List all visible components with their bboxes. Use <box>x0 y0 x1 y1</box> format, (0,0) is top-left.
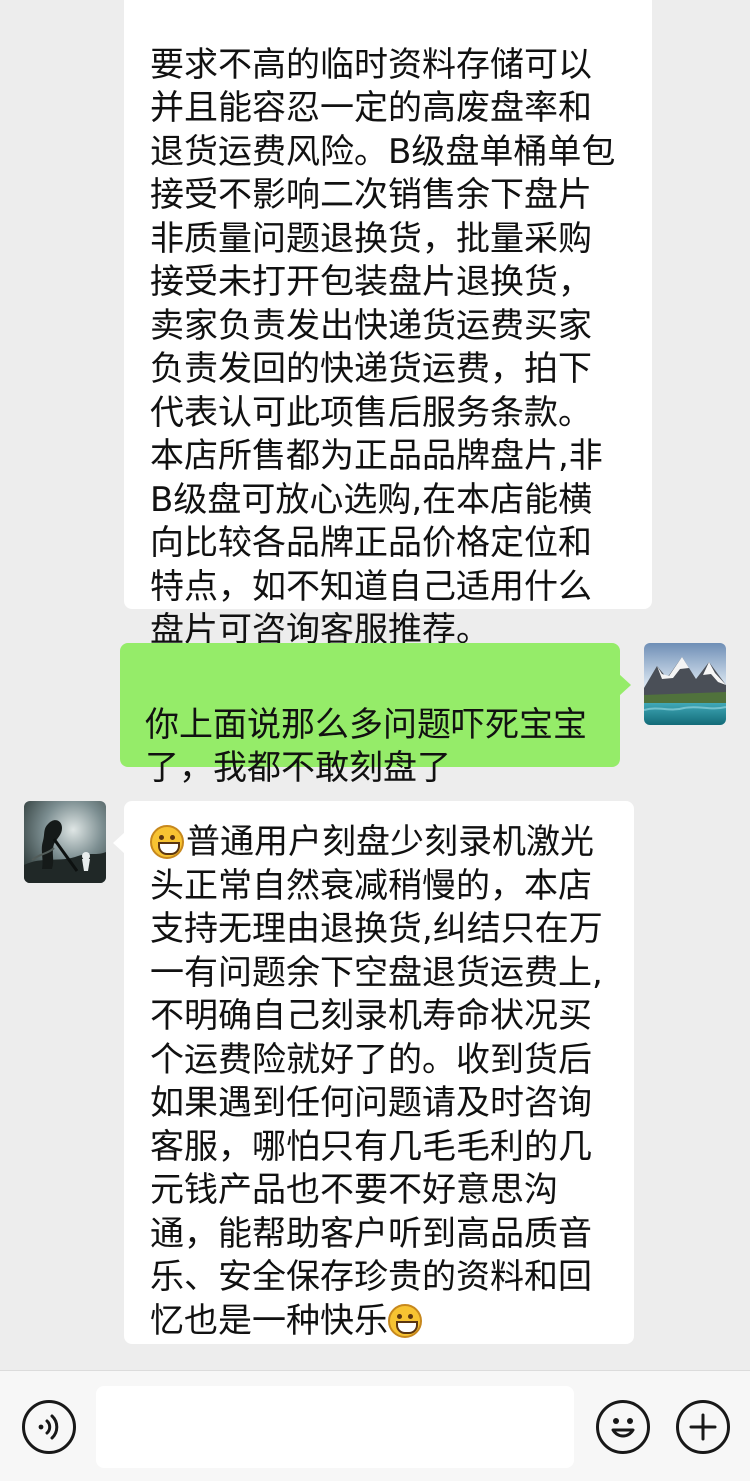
chat-input-bar <box>0 1370 750 1481</box>
swordsman-avatar-image <box>24 801 106 883</box>
grinning-face-icon <box>150 825 184 859</box>
voice-input-button[interactable] <box>22 1400 76 1454</box>
my-avatar[interactable] <box>644 643 726 725</box>
buyer-message-text: 你上面说那么多问题吓死宝宝 了，我都不敢刻盘了 <box>145 704 587 789</box>
merchant-reply-bubble[interactable]: 普通用户刻盘少刻录机激光 头正常自然衰减稍慢的，本店 支持无理由退换货,纠结只在… <box>113 801 634 1344</box>
voice-icon <box>38 1414 59 1440</box>
chat-history[interactable]: 要求不高的临时资料存储可以 并且能容忍一定的高废盘率和 退货运费风险。B级盘单桶… <box>0 0 750 1370</box>
plus-icon <box>689 1413 717 1441</box>
message-input[interactable] <box>96 1386 574 1468</box>
merchant-reply-text: 普通用户刻盘少刻录机激光 头正常自然衰减稍慢的，本店 支持无理由退换货,纠结只在… <box>150 822 603 1341</box>
buyer-message-bubble[interactable]: 你上面说那么多问题吓死宝宝 了，我都不敢刻盘了 <box>120 643 631 788</box>
grinning-face-icon <box>388 1303 422 1338</box>
emoji-button[interactable] <box>596 1400 650 1454</box>
merchant-avatar[interactable] <box>24 801 106 883</box>
mountain-lake-avatar-image <box>644 643 726 725</box>
merchant-message-text: 要求不高的临时资料存储可以 并且能容忍一定的高废盘率和 退货运费风险。B级盘单桶… <box>150 44 616 651</box>
more-actions-button[interactable] <box>676 1400 730 1454</box>
merchant-message-bubble[interactable]: 要求不高的临时资料存储可以 并且能容忍一定的高废盘率和 退货运费风险。B级盘单桶… <box>124 0 652 650</box>
emoji-icon <box>611 1418 635 1438</box>
